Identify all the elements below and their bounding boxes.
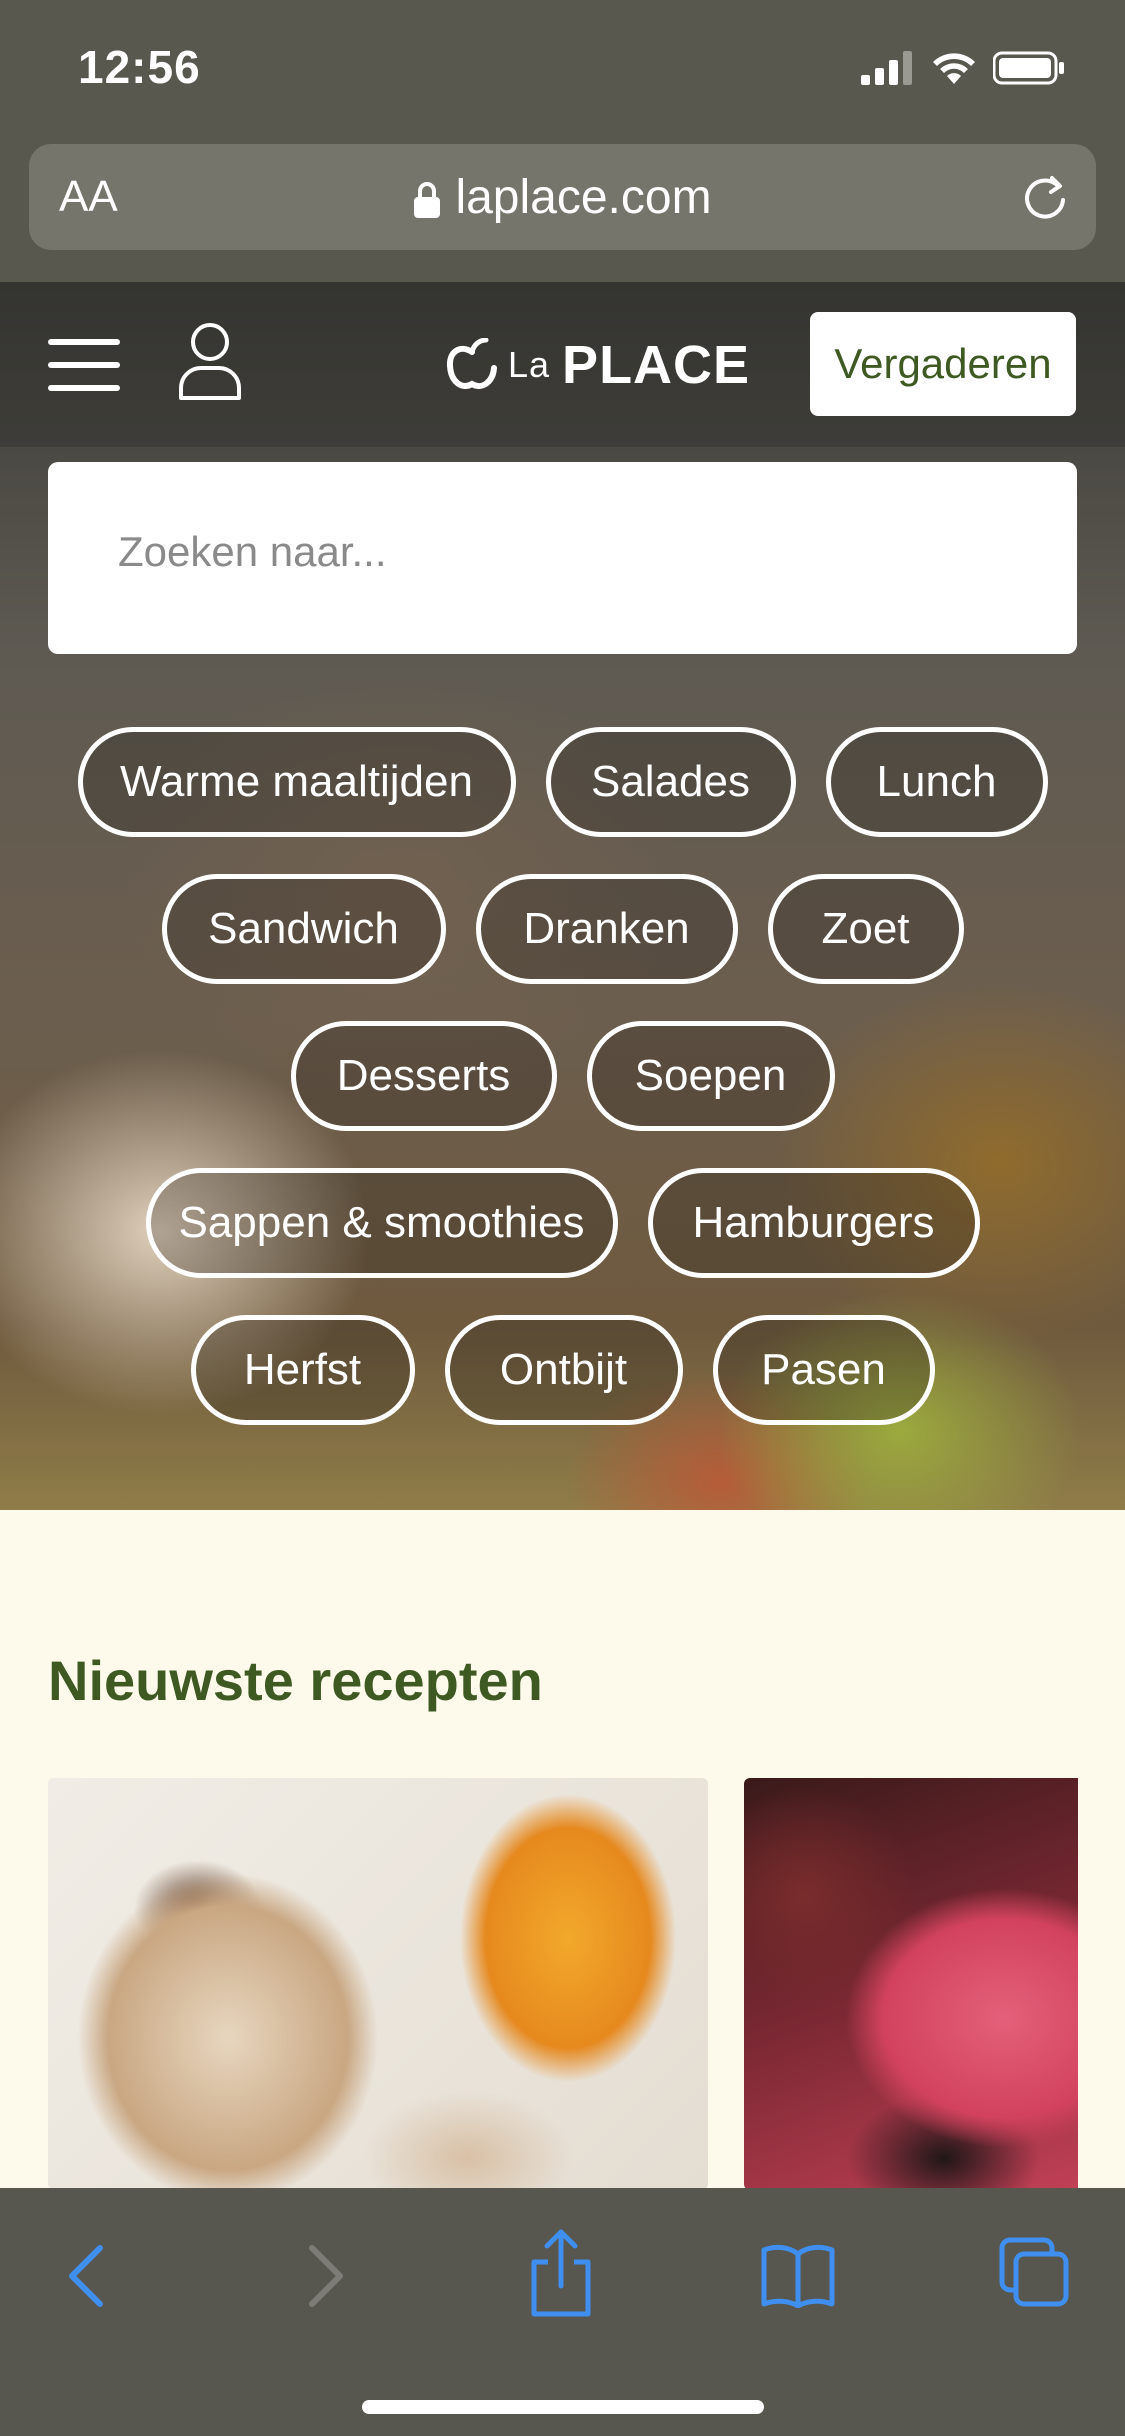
logo-prefix: La [508, 344, 551, 385]
home-indicator [362, 2400, 764, 2414]
tag-pasen[interactable]: Pasen [712, 1315, 935, 1425]
tag-sappen-smoothies[interactable]: Sappen & smoothies [145, 1168, 618, 1278]
site-logo[interactable]: La PLACE [446, 334, 750, 396]
browser-toolbar [0, 2188, 1125, 2436]
url-text: laplace.com [455, 171, 712, 224]
url-bar[interactable]: AA laplace.com [29, 144, 1096, 250]
forward-icon[interactable] [300, 2236, 350, 2316]
vergaderen-button[interactable]: Vergaderen [810, 312, 1076, 416]
tag-row: Herfst Ontbijt Pasen [0, 1315, 1125, 1425]
share-icon[interactable] [526, 2228, 596, 2318]
logo-text: PLACE [562, 335, 751, 395]
tag-dranken[interactable]: Dranken [475, 874, 738, 984]
menu-icon[interactable] [48, 337, 120, 393]
section-title: Nieuwste recepten [48, 1649, 543, 1712]
bookmarks-icon[interactable] [760, 2242, 836, 2308]
apple-logo-icon [446, 338, 497, 389]
tag-soepen[interactable]: Soepen [586, 1021, 835, 1131]
tabs-icon[interactable] [998, 2236, 1070, 2308]
search-placeholder: Zoeken naar... [118, 528, 387, 575]
tag-sandwich[interactable]: Sandwich [161, 874, 446, 984]
tag-herfst[interactable]: Herfst [190, 1315, 415, 1425]
tag-ontbijt[interactable]: Ontbijt [444, 1315, 683, 1425]
tag-salades[interactable]: Salades [545, 727, 796, 837]
hero-section: La PLACE Vergaderen Zoeken naar... Warme… [0, 282, 1125, 1510]
browser-top-bar: 12:56 AA laplace.com [0, 0, 1125, 282]
recipe-card-image[interactable] [744, 1778, 1078, 2190]
url-display[interactable]: laplace.com [29, 170, 1096, 225]
tag-row: Desserts Soepen [0, 1021, 1125, 1131]
tag-warme-maaltijden[interactable]: Warme maaltijden [77, 727, 516, 837]
user-icon[interactable] [178, 322, 242, 400]
search-input[interactable]: Zoeken naar... [48, 462, 1077, 654]
tag-row: Warme maaltijden Salades Lunch [0, 727, 1125, 837]
site-header: La PLACE Vergaderen [0, 282, 1125, 447]
wifi-icon [933, 53, 975, 84]
status-icons [861, 50, 1065, 86]
back-icon[interactable] [62, 2236, 112, 2316]
reload-icon[interactable] [1018, 170, 1072, 224]
signal-icon [861, 51, 912, 85]
tag-zoet[interactable]: Zoet [767, 874, 964, 984]
tag-lunch[interactable]: Lunch [825, 727, 1048, 837]
tag-row: Sandwich Dranken Zoet [0, 874, 1125, 984]
status-time: 12:56 [78, 41, 201, 93]
lock-icon [414, 182, 441, 219]
battery-icon [993, 51, 1064, 85]
recipe-card-image[interactable] [48, 1778, 708, 2190]
tag-hamburgers[interactable]: Hamburgers [647, 1168, 980, 1278]
tag-row: Sappen & smoothies Hamburgers [0, 1168, 1125, 1278]
tag-desserts[interactable]: Desserts [290, 1021, 557, 1131]
